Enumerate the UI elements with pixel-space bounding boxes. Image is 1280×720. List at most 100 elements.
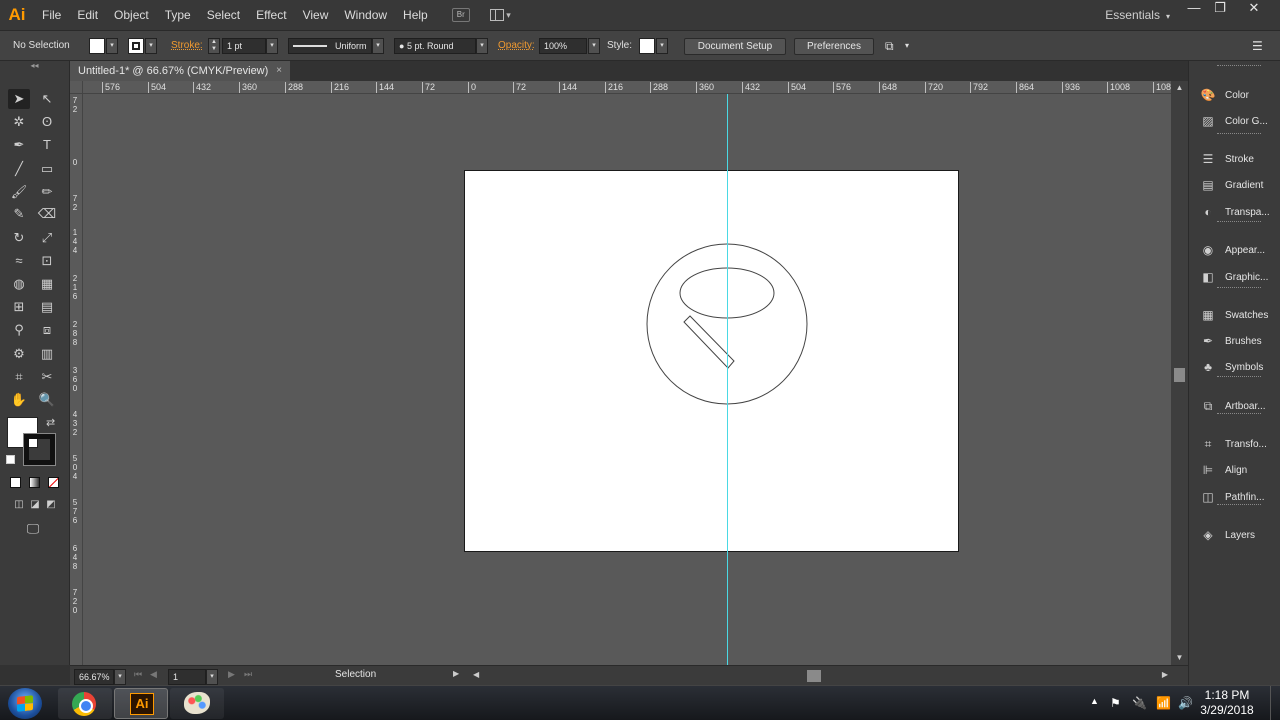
panel-brushes[interactable]: ✒ Brushes bbox=[1189, 329, 1280, 353]
network-icon[interactable]: 📶 bbox=[1156, 696, 1171, 710]
panel-pathfinder[interactable]: ◫ Pathfin... bbox=[1189, 485, 1280, 509]
perspective-grid-tool-icon[interactable]: ▦ bbox=[36, 274, 58, 294]
eyedropper-tool-icon[interactable]: ⚲ bbox=[8, 320, 30, 340]
opacity-field[interactable]: 100% bbox=[539, 38, 587, 54]
blob-brush-tool-icon[interactable]: ✎ bbox=[8, 204, 30, 224]
current-tool-status[interactable]: Selection bbox=[335, 669, 376, 680]
menu-effect[interactable]: Effect bbox=[248, 0, 294, 30]
stroke-color-box[interactable] bbox=[23, 433, 56, 466]
warp-tool-icon[interactable]: ≈ bbox=[8, 251, 30, 271]
vertical-scroll-thumb[interactable] bbox=[1174, 368, 1185, 382]
variable-width-profile[interactable]: Uniform bbox=[288, 38, 372, 54]
brush-definition[interactable]: ● 5 pt. Round bbox=[394, 38, 476, 54]
volume-icon[interactable]: 🔊 bbox=[1178, 696, 1193, 710]
profile-dropdown[interactable]: ▾ bbox=[372, 38, 384, 54]
scroll-left-icon[interactable]: ◀ bbox=[473, 670, 479, 679]
menu-object[interactable]: Object bbox=[106, 0, 157, 30]
shape-builder-tool-icon[interactable]: ◍ bbox=[8, 274, 30, 294]
panel-color[interactable]: 🎨 Color bbox=[1189, 83, 1280, 107]
taskbar-illustrator[interactable]: Ai bbox=[114, 688, 168, 719]
menu-view[interactable]: View bbox=[295, 0, 337, 30]
vertical-ruler[interactable]: 7 2 0 7 2 1 4 4 2 1 6 2 8 8 3 6 0 4 3 2 5 0 4 5 7… bbox=[70, 94, 83, 665]
mesh-tool-icon[interactable]: ⊞ bbox=[8, 297, 30, 317]
horizontal-ruler[interactable]: 576 504 432 360 288 216 144 72 0 72 144 216 288 360 43… bbox=[83, 81, 1171, 94]
magic-wand-tool-icon[interactable]: ✲ bbox=[8, 112, 30, 132]
horizontal-scrollbar[interactable]: ◀ ▶ bbox=[473, 669, 1168, 683]
panel-appearance[interactable]: ◉ Appear... bbox=[1189, 238, 1280, 262]
panel-collapse-icon[interactable]: ◂◂ bbox=[0, 61, 69, 73]
preferences-button[interactable]: Preferences bbox=[794, 38, 874, 55]
pencil-tool-icon[interactable]: ✏ bbox=[36, 182, 58, 202]
close-icon[interactable]: ✕ bbox=[1241, 0, 1267, 18]
panel-transparency[interactable]: ◐ Transpa... bbox=[1189, 200, 1280, 224]
pen-tool-icon[interactable]: ✒ bbox=[8, 135, 30, 155]
scroll-right-icon[interactable]: ▶ bbox=[1162, 670, 1168, 679]
panel-align[interactable]: ⊫ Align bbox=[1189, 458, 1280, 482]
taskbar-paint[interactable] bbox=[170, 688, 224, 719]
line-tool-icon[interactable]: ╱ bbox=[8, 159, 30, 179]
menu-type[interactable]: Type bbox=[157, 0, 199, 30]
arrange-documents-button[interactable]: ▾ bbox=[489, 8, 516, 22]
last-artboard-icon[interactable]: ⏭ bbox=[244, 669, 252, 680]
style-dropdown[interactable]: ▾ bbox=[656, 38, 668, 54]
blend-tool-icon[interactable]: ⧈ bbox=[36, 320, 58, 340]
fill-dropdown[interactable]: ▾ bbox=[106, 38, 118, 54]
hand-tool-icon[interactable]: ✋ bbox=[8, 390, 30, 410]
taskbar-chrome[interactable] bbox=[58, 688, 112, 719]
default-fill-stroke-icon[interactable] bbox=[6, 455, 15, 464]
stroke-weight-field[interactable]: 1 pt bbox=[222, 38, 266, 54]
panel-symbols[interactable]: ♣ Symbols bbox=[1189, 355, 1280, 379]
ruler-origin[interactable] bbox=[70, 81, 83, 94]
show-desktop-button[interactable] bbox=[1270, 686, 1280, 720]
stroke-color-dropdown[interactable]: ▾ bbox=[145, 38, 157, 54]
panel-gradient[interactable]: ▤ Gradient bbox=[1189, 173, 1280, 197]
draw-inside-icon[interactable]: ◩ bbox=[40, 495, 62, 515]
graphic-style-swatch[interactable] bbox=[639, 38, 655, 54]
panel-swatches[interactable]: ▦ Swatches bbox=[1189, 303, 1280, 327]
lasso-tool-icon[interactable]: ʘ bbox=[36, 112, 58, 132]
zoom-dropdown[interactable]: ▾ bbox=[114, 669, 126, 685]
start-button[interactable] bbox=[8, 688, 42, 719]
show-hidden-icons-icon[interactable]: ▲ bbox=[1090, 696, 1099, 706]
panel-layers[interactable]: ◈ Layers bbox=[1189, 523, 1280, 547]
stroke-stepper[interactable]: ▲ ▼ bbox=[208, 38, 220, 54]
stroke-label[interactable]: Stroke: bbox=[171, 38, 203, 54]
artboard-number-field[interactable]: 1 bbox=[168, 669, 206, 685]
panel-stroke[interactable]: ☰ Stroke bbox=[1189, 147, 1280, 171]
menu-window[interactable]: Window bbox=[336, 0, 395, 30]
free-transform-tool-icon[interactable]: ⊡ bbox=[36, 251, 58, 271]
artboard-dropdown[interactable]: ▾ bbox=[206, 669, 218, 685]
status-menu-arrow-icon[interactable]: ▶ bbox=[453, 669, 459, 678]
bridge-button[interactable]: Br bbox=[451, 8, 470, 22]
next-artboard-icon[interactable]: ▶ bbox=[228, 669, 235, 680]
panel-artboards[interactable]: ⧉ Artboar... bbox=[1189, 394, 1280, 418]
fill-swatch[interactable] bbox=[89, 38, 105, 54]
slice-tool-icon[interactable]: ✂ bbox=[36, 367, 58, 387]
scale-tool-icon[interactable]: ⤢ bbox=[36, 228, 58, 248]
stroke-swatch[interactable] bbox=[128, 38, 144, 54]
action-center-flag-icon[interactable]: ⚑ bbox=[1110, 696, 1121, 710]
artboard-tool-icon[interactable]: ⌗ bbox=[8, 367, 30, 387]
symbol-sprayer-tool-icon[interactable]: ⚙ bbox=[8, 344, 30, 364]
menu-help[interactable]: Help bbox=[395, 0, 436, 30]
gradient-mode-icon[interactable] bbox=[29, 477, 40, 488]
menu-edit[interactable]: Edit bbox=[69, 0, 106, 30]
power-icon[interactable]: 🔌 bbox=[1132, 696, 1147, 710]
panel-menu-icon[interactable]: ☰ bbox=[1252, 38, 1263, 54]
zoom-tool-icon[interactable]: 🔍 bbox=[36, 390, 58, 410]
panel-group-grip[interactable] bbox=[1217, 65, 1261, 68]
stroke-weight-dropdown[interactable]: ▾ bbox=[266, 38, 278, 54]
panel-graphic-styles[interactable]: ◧ Graphic... bbox=[1189, 265, 1280, 289]
workspace-switcher[interactable]: Essentials ▾ bbox=[1105, 0, 1170, 30]
restore-icon[interactable]: ❐ bbox=[1207, 0, 1233, 18]
arrange-icon[interactable]: ⧉ bbox=[885, 38, 894, 54]
screen-mode-icon[interactable]: 🖵 bbox=[22, 519, 44, 539]
panel-transform[interactable]: ⌗ Transfo... bbox=[1189, 432, 1280, 456]
swap-fill-stroke-icon[interactable]: ⇄ bbox=[46, 416, 55, 429]
selection-tool-icon[interactable]: ➤ bbox=[8, 89, 30, 109]
close-tab-icon[interactable]: × bbox=[276, 61, 282, 81]
horizontal-scroll-thumb[interactable] bbox=[807, 670, 821, 682]
panel-color-guide[interactable]: ▨ Color G... bbox=[1189, 109, 1280, 133]
eraser-tool-icon[interactable]: ⌫ bbox=[36, 204, 58, 224]
type-tool-icon[interactable]: T bbox=[36, 135, 58, 155]
